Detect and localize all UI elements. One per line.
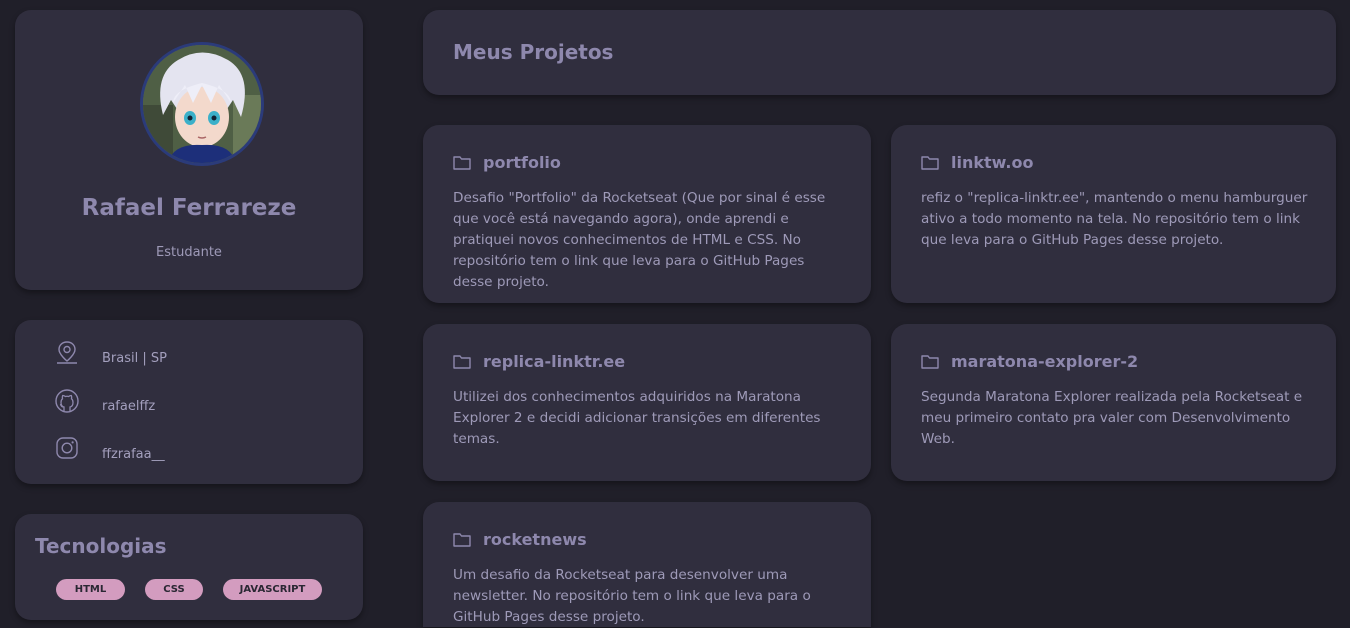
- location-row: [53, 338, 81, 368]
- projects-title: Meus Projetos: [453, 40, 614, 64]
- technologies-card: Tecnologias HTML CSS JAVASCRIPT: [15, 514, 363, 620]
- project-description: Um desafio da Rocketseat para desenvolve…: [453, 567, 811, 625]
- projects-header: Meus Projetos: [423, 10, 1336, 95]
- project-description: Utilizei dos conhecimentos adquiridos na…: [453, 389, 821, 447]
- project-title: rocketnews: [453, 530, 587, 549]
- project-title: maratona-explorer-2: [921, 352, 1138, 371]
- project-title: linktw.oo: [921, 153, 1033, 172]
- tag-css: CSS: [145, 579, 203, 600]
- folder-icon: [921, 156, 939, 170]
- project-description: Desafio "Portfolio" da Rocketseat (Que p…: [453, 190, 826, 290]
- instagram-icon: [56, 437, 78, 459]
- project-card-linktw-oo[interactable]: linktw.oo refiz o "replica-linktr.ee", m…: [891, 125, 1336, 303]
- github-username[interactable]: rafaelffz: [102, 399, 155, 414]
- info-card: Brasil | SP rafaelffz ffzrafaa__: [15, 320, 363, 484]
- profile-role: Estudante: [156, 245, 222, 260]
- profile-name: Rafael Ferrareze: [81, 195, 297, 221]
- tag-javascript: JAVASCRIPT: [223, 579, 322, 600]
- project-title: replica-linktr.ee: [453, 352, 625, 371]
- tag-html: HTML: [56, 579, 125, 600]
- instagram-row[interactable]: [53, 433, 81, 463]
- folder-icon: [921, 355, 939, 369]
- avatar-image: [143, 45, 261, 163]
- location-text: Brasil | SP: [102, 351, 167, 366]
- location-pin-icon: [57, 341, 77, 364]
- project-name[interactable]: rocketnews: [483, 530, 587, 549]
- github-row[interactable]: [53, 386, 81, 416]
- project-card-replica-linktr-ee[interactable]: replica-linktr.ee Utilizei dos conhecime…: [423, 324, 871, 481]
- folder-icon: [453, 355, 471, 369]
- project-description: refiz o "replica-linktr.ee", mantendo o …: [921, 190, 1308, 248]
- profile-card: Rafael Ferrareze Estudante: [15, 10, 363, 290]
- technologies-title: Tecnologias: [35, 534, 167, 558]
- project-name[interactable]: portfolio: [483, 153, 561, 172]
- project-name[interactable]: maratona-explorer-2: [951, 352, 1138, 371]
- project-name[interactable]: replica-linktr.ee: [483, 352, 625, 371]
- project-description: Segunda Maratona Explorer realizada pela…: [921, 389, 1303, 447]
- avatar: [140, 42, 264, 166]
- folder-icon: [453, 533, 471, 547]
- instagram-username[interactable]: ffzrafaa__: [102, 447, 165, 462]
- project-card-maratona-explorer-2[interactable]: maratona-explorer-2 Segunda Maratona Exp…: [891, 324, 1336, 481]
- folder-icon: [453, 156, 471, 170]
- github-icon: [55, 389, 79, 413]
- project-title: portfolio: [453, 153, 561, 172]
- project-name[interactable]: linktw.oo: [951, 153, 1033, 172]
- project-card-rocketnews[interactable]: rocketnews Um desafio da Rocketseat para…: [423, 502, 871, 627]
- project-card-portfolio[interactable]: portfolio Desafio "Portfolio" da Rockets…: [423, 125, 871, 303]
